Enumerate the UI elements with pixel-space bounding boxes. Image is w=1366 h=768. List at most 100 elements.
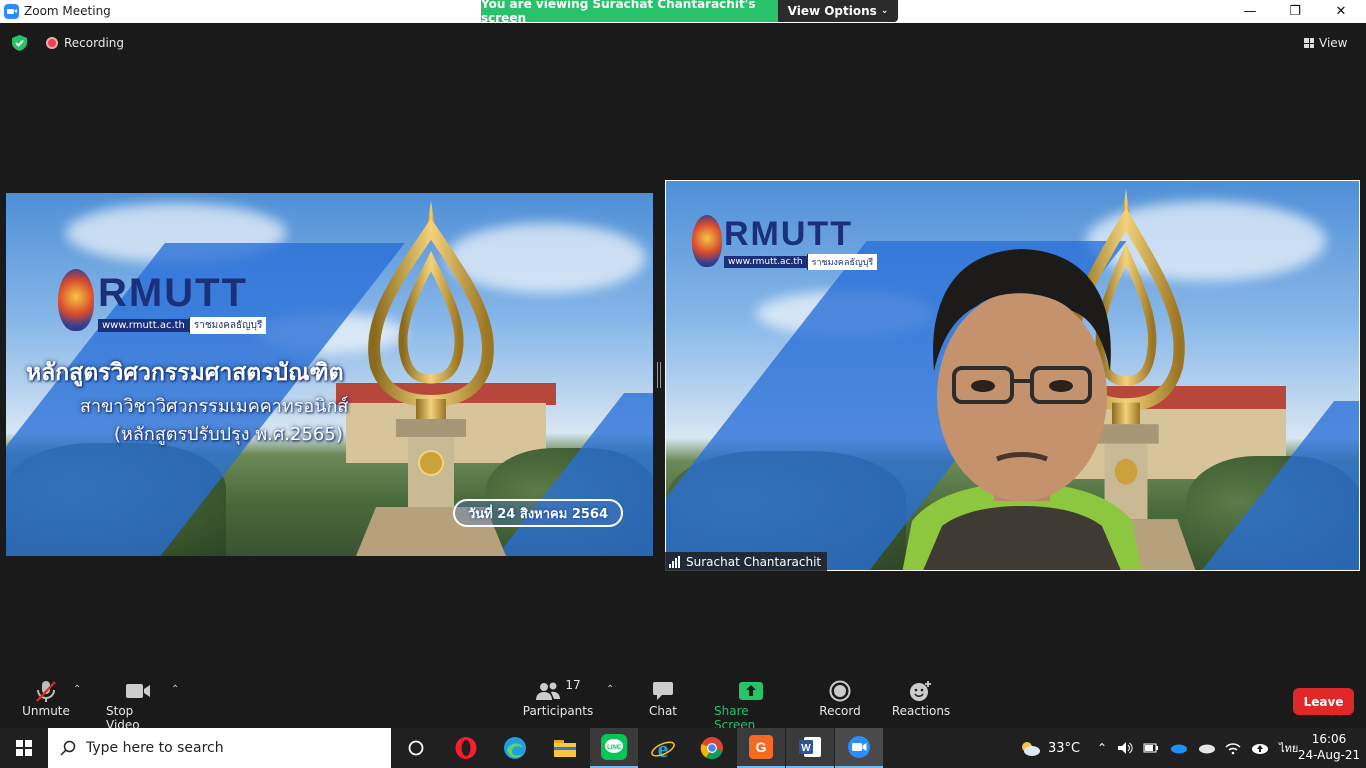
pdf-app-icon: G [749,735,773,759]
taskbar-pdf-app[interactable]: G [737,728,785,768]
taskbar-file-explorer[interactable] [541,728,589,768]
university-seal-icon [58,269,94,331]
recording-label[interactable]: Recording [64,36,124,50]
record-label: Record [819,704,861,718]
opera-browser-icon [455,737,477,759]
participant-name-tag: Surachat Chantarachit [665,552,828,571]
reactions-button[interactable]: Reactions [892,678,950,718]
panel-splitter[interactable] [657,362,661,388]
slide-date: วันที่ 24 สิงหาคม 2564 [453,499,623,527]
weather-widget[interactable]: 33°C [1018,728,1080,768]
slide-subtitle: สาขาวิชาวิศวกรรมเมคคาทรอนิกส์ [80,396,349,417]
chat-label: Chat [648,704,678,718]
leave-button[interactable]: Leave [1293,688,1354,715]
video-camera-icon [126,684,150,698]
windows-taskbar: Type here to search LINE e G W 33°C ⌃ ไท… [0,728,1366,768]
share-screen-button[interactable]: Share Screen [714,678,788,732]
task-view-button[interactable] [392,728,440,768]
svg-text:LINE: LINE [607,745,621,751]
cloud-icon[interactable] [1197,742,1216,754]
windows-logo-icon [16,740,32,756]
speaker-icon[interactable] [1117,741,1133,755]
edge-browser-icon [504,737,526,759]
camera-logo-thai: ราชมงคลธัญบุรี [806,254,878,270]
start-button[interactable] [0,728,48,768]
record-icon [829,680,851,702]
taskbar-chrome[interactable] [688,728,736,768]
battery-icon[interactable] [1143,741,1159,755]
stop-video-button[interactable]: Stop Video [106,678,170,732]
minimize-button[interactable]: — [1227,0,1273,23]
onedrive-icon[interactable] [1169,742,1188,754]
line-app-icon: LINE [601,734,627,760]
clock-date: 24-Aug-21 [1297,748,1361,762]
zoom-app-icon [4,4,19,19]
taskbar-internet-explorer[interactable]: e [639,728,687,768]
cloud-upload-icon[interactable] [1251,741,1269,755]
shared-screen[interactable]: RMUTT www.rmutt.ac.th ราชมงคลธัญบุรี หลั… [6,193,653,556]
participants-icon [536,682,561,700]
view-label: View [1319,36,1348,50]
word-app-icon: W [799,737,821,757]
chevron-down-icon: ⌄ [880,6,889,16]
unmute-button[interactable]: Unmute [22,678,70,718]
weather-temperature: 33°C [1048,740,1081,756]
recording-icon [46,37,58,49]
reactions-smiley-icon [910,681,931,701]
window-title: Zoom Meeting [24,4,111,18]
search-icon [60,740,76,756]
chat-icon [653,682,673,700]
slide-logo-text: RMUTT [98,271,248,315]
participant-person [902,249,1142,570]
shield-icon[interactable] [12,35,27,51]
taskbar-search-box[interactable]: Type here to search [48,728,391,768]
grid-icon [1304,38,1314,48]
svg-text:W: W [801,743,811,754]
participant-video[interactable]: RMUTT www.rmutt.ac.th ราชมงคลธัญบุรี [665,180,1360,571]
taskbar-opera[interactable] [442,728,490,768]
view-options-label: View Options [787,4,877,18]
internet-explorer-icon: e [651,737,675,761]
participants-label: Participants [522,704,594,718]
participants-options-chevron-icon[interactable]: ⌃ [606,684,614,695]
close-button[interactable]: ✕ [1318,0,1364,23]
taskbar-edge[interactable] [491,728,539,768]
chrome-browser-icon [700,737,723,760]
taskbar-word[interactable]: W [786,728,834,768]
chevron-up-icon[interactable]: ⌃ [1097,741,1107,755]
reactions-label: Reactions [891,704,951,718]
unmute-label: Unmute [22,704,70,718]
signal-strength-icon [669,555,680,568]
audio-options-chevron-icon[interactable]: ⌃ [73,684,81,695]
partly-cloudy-icon [1022,742,1040,756]
wifi-icon[interactable] [1225,741,1241,755]
slide-curriculum-note: (หลักสูตรปรับปรุง พ.ศ.2565) [114,424,343,445]
participants-count: 17 [565,678,581,692]
slide-title: หลักสูตรวิศวกรรมศาสตรบัณฑิต [26,360,344,386]
svg-text:G: G [756,739,767,755]
share-screen-icon [739,682,763,700]
camera-logo-text: RMUTT [724,215,853,253]
university-seal-icon [692,215,722,267]
participant-name: Surachat Chantarachit [686,554,822,569]
zoom-app-icon [848,736,870,758]
viewing-screen-banner: You are viewing Surachat Chantarachit's … [481,0,778,25]
taskbar-line[interactable]: LINE [590,728,638,768]
folder-icon [554,740,576,757]
view-options-button[interactable]: View Options ⌄ [778,0,898,22]
system-tray: ⌃ ไทย [1097,728,1298,768]
svg-text:e: e [658,737,669,761]
taskbar-zoom[interactable] [835,728,883,768]
participants-button[interactable]: 17 Participants [522,678,594,718]
view-button[interactable]: View [1304,32,1360,54]
search-placeholder: Type here to search [86,740,224,756]
video-options-chevron-icon[interactable]: ⌃ [171,684,179,695]
camera-logo-url: www.rmutt.ac.th [724,256,807,268]
system-clock[interactable]: 16:06 24-Aug-21 [1296,731,1362,763]
task-view-circle-icon [408,740,424,756]
restore-button[interactable]: ❐ [1272,0,1318,23]
chat-button[interactable]: Chat [646,678,680,718]
record-button[interactable]: Record [818,678,862,718]
slide-logo-url: www.rmutt.ac.th [98,319,189,332]
clock-time: 16:06 [1311,732,1347,746]
